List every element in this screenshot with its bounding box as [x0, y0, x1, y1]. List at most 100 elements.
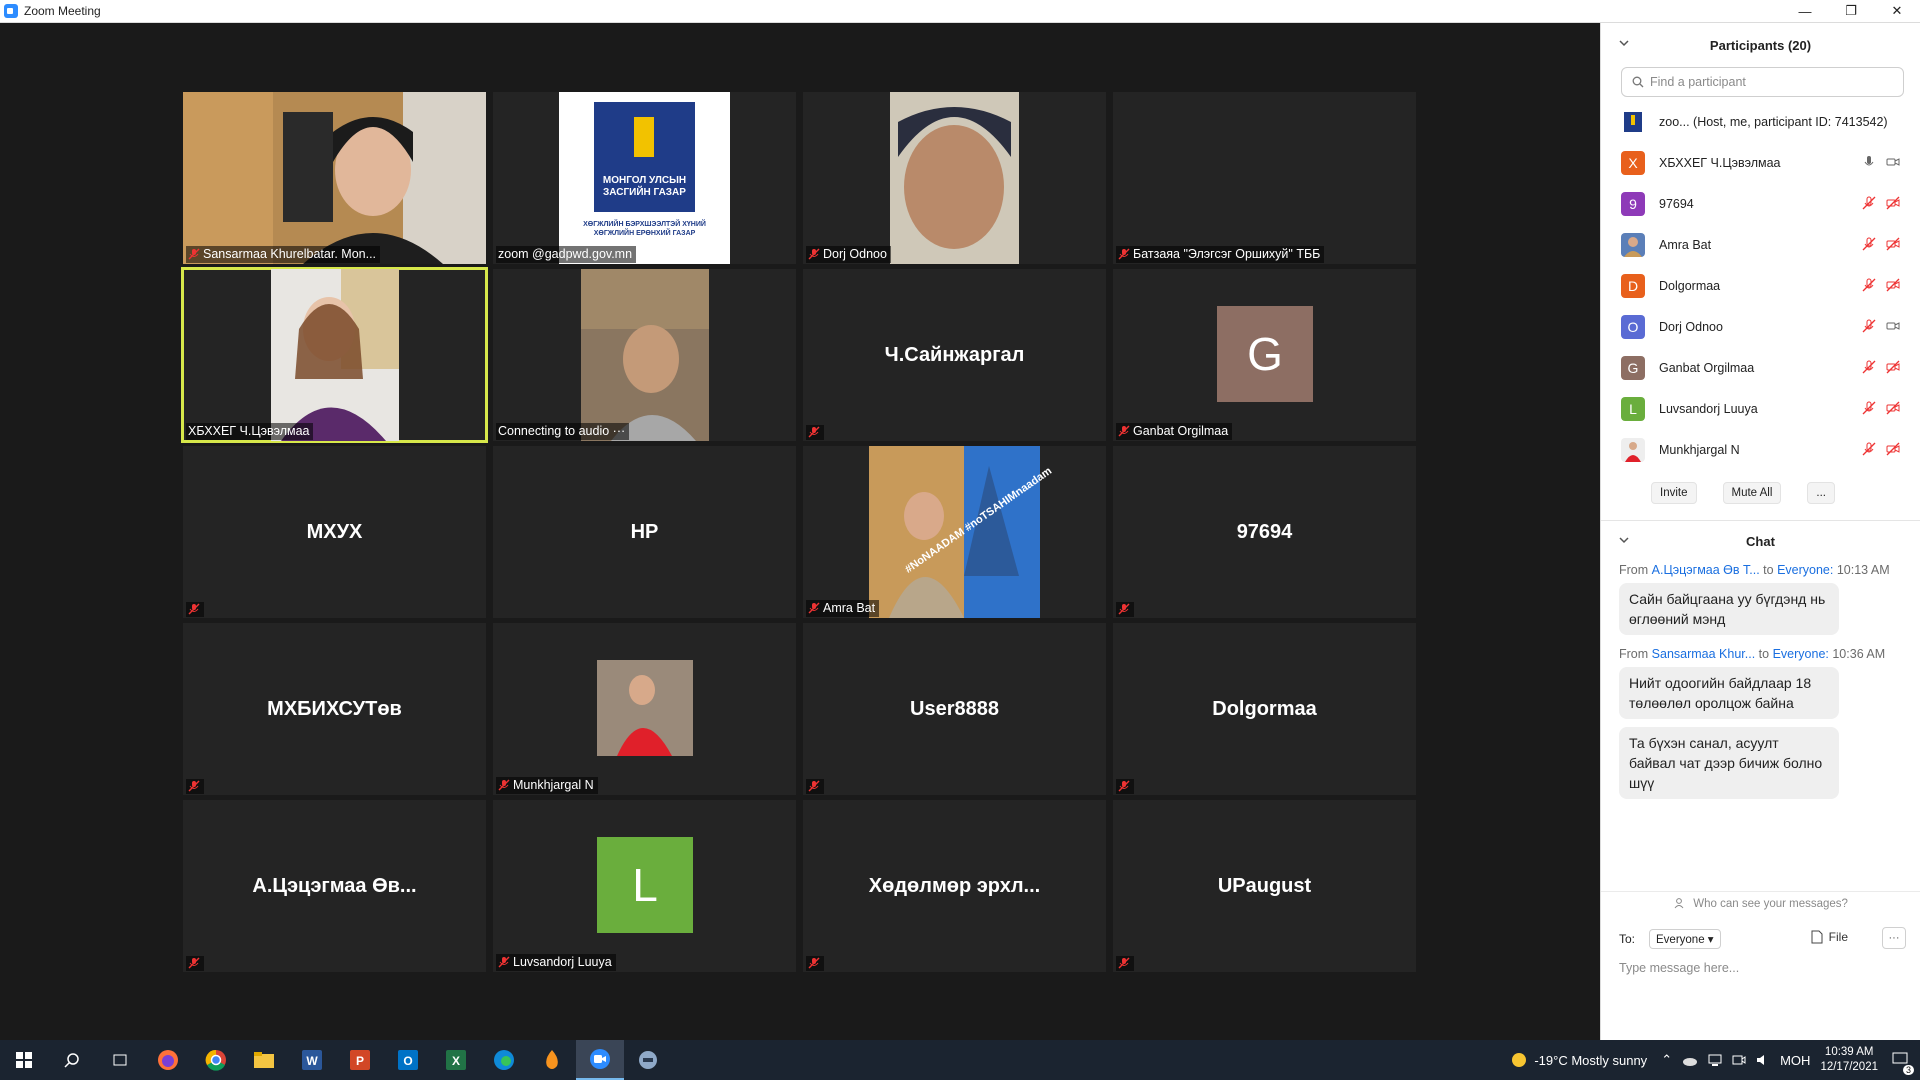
file-button[interactable]: File: [1811, 930, 1848, 944]
video-tile[interactable]: Sansarmaa Khurelbatar. Mon...: [183, 92, 486, 264]
search-button[interactable]: [48, 1040, 96, 1080]
network-icon[interactable]: [1708, 1053, 1722, 1067]
who-can-see-link[interactable]: Who can see your messages?: [1601, 897, 1920, 910]
video-tile[interactable]: L Luvsandorj Luuya: [493, 800, 796, 972]
video-tile[interactable]: User8888: [803, 623, 1106, 795]
more-options-button[interactable]: ...: [1807, 482, 1836, 504]
mic-muted-icon: [498, 779, 510, 791]
svg-text:P: P: [356, 1054, 364, 1068]
participant-row[interactable]: 9 97694: [1601, 183, 1920, 224]
mic-muted-icon: [808, 780, 820, 792]
tile-name-label: [806, 956, 824, 971]
participant-row[interactable]: D Dolgormaa: [1601, 265, 1920, 306]
chat-more-button[interactable]: ···: [1882, 927, 1906, 949]
taskbar-file-explorer[interactable]: [240, 1040, 288, 1080]
taskbar-outlook[interactable]: O: [384, 1040, 432, 1080]
participant-row[interactable]: G Ganbat Orgilmaa: [1601, 347, 1920, 388]
video-tile[interactable]: А.Цэцэгмаа Өв...: [183, 800, 486, 972]
mic-muted-icon[interactable]: [1862, 319, 1876, 333]
chat-message-input[interactable]: Type message here...: [1619, 961, 1739, 975]
mic-muted-icon[interactable]: [1862, 360, 1876, 374]
participant-list: zoo... (Host, me, participant ID: 741354…: [1601, 101, 1920, 470]
video-off-icon[interactable]: [1886, 278, 1900, 292]
video-tile[interactable]: Munkhjargal N: [493, 623, 796, 795]
taskbar-chrome[interactable]: [192, 1040, 240, 1080]
video-tile[interactable]: G Ganbat Orgilmaa: [1113, 269, 1416, 441]
mute-all-button[interactable]: Mute All: [1722, 482, 1782, 504]
mic-muted-icon[interactable]: [1862, 442, 1876, 456]
chat-message[interactable]: Та бүхэн санал, асуулт байвал чат дээр б…: [1619, 727, 1839, 799]
taskbar-app-2[interactable]: [624, 1040, 672, 1080]
participant-search-input[interactable]: Find a participant: [1621, 67, 1904, 97]
participant-row[interactable]: Х ХБХХЕГ Ч.Цэвэлмаа: [1601, 142, 1920, 183]
svg-text:O: O: [403, 1054, 412, 1068]
tile-name-label: [186, 602, 204, 617]
mic-muted-icon: [188, 957, 200, 969]
chat-message[interactable]: Сайн байцгаана уу бүгдэнд нь өглөөний мэ…: [1619, 583, 1839, 635]
chevron-down-icon[interactable]: [1619, 38, 1629, 48]
taskbar-app[interactable]: [528, 1040, 576, 1080]
mic-muted-icon[interactable]: [1862, 196, 1876, 210]
restore-button[interactable]: ❐: [1828, 0, 1874, 22]
mic-muted-icon: [1118, 780, 1130, 792]
mic-icon[interactable]: [1862, 155, 1876, 169]
start-button[interactable]: [0, 1040, 48, 1080]
chat-message[interactable]: Нийт одоогийн байдлаар 18 төлөөлөл оролц…: [1619, 667, 1839, 719]
chevron-up-icon[interactable]: ⌃: [1661, 1052, 1672, 1068]
video-tile[interactable]: HP: [493, 446, 796, 618]
video-off-icon[interactable]: [1886, 237, 1900, 251]
task-view-button[interactable]: [96, 1040, 144, 1080]
input-language[interactable]: МОН: [1780, 1053, 1810, 1068]
participant-row[interactable]: L Luvsandorj Luuya: [1601, 388, 1920, 429]
participant-actions: Invite Mute All ...: [1601, 470, 1920, 516]
invite-button[interactable]: Invite: [1651, 482, 1697, 504]
taskbar-edge[interactable]: [480, 1040, 528, 1080]
video-off-icon[interactable]: [1886, 442, 1900, 456]
video-tile[interactable]: МХУХ: [183, 446, 486, 618]
video-off-icon[interactable]: [1886, 360, 1900, 374]
participant-row[interactable]: Amra Bat: [1601, 224, 1920, 265]
video-tile[interactable]: Ч.Сайнжаргал: [803, 269, 1106, 441]
video-tile[interactable]: МОНГОЛ УЛСЫН ЗАСГИЙН ГАЗАР ХӨГЖЛИЙН БЭРХ…: [493, 92, 796, 264]
clock[interactable]: 10:39 AM 12/17/2021: [1820, 1045, 1878, 1075]
taskbar-word[interactable]: W: [288, 1040, 336, 1080]
chevron-down-icon[interactable]: [1619, 535, 1629, 545]
mic-muted-icon[interactable]: [1862, 237, 1876, 251]
mic-muted-icon[interactable]: [1862, 278, 1876, 292]
participant-row[interactable]: zoo... (Host, me, participant ID: 741354…: [1601, 101, 1920, 142]
video-off-icon[interactable]: [1886, 401, 1900, 415]
video-tile[interactable]: Хөдөлмөр эрхл...: [803, 800, 1106, 972]
video-tile[interactable]: МХБИХСУТөв: [183, 623, 486, 795]
taskbar-powerpoint[interactable]: P: [336, 1040, 384, 1080]
notification-count: 3: [1902, 1064, 1914, 1075]
participant-name: МХБИХСУТөв: [267, 697, 402, 720]
volume-icon[interactable]: [1756, 1053, 1770, 1067]
video-tile[interactable]: Connecting to audio ···: [493, 269, 796, 441]
video-tile[interactable]: Dorj Odnoo: [803, 92, 1106, 264]
weather-text[interactable]: -19°C Mostly sunny: [1534, 1053, 1647, 1068]
video-tile[interactable]: #NoNAADAM #noTSAHIMnaadam Amra Bat: [803, 446, 1106, 618]
video-camera-icon[interactable]: [1886, 319, 1900, 333]
minimize-button[interactable]: —: [1782, 0, 1828, 22]
mic-muted-icon[interactable]: [1862, 401, 1876, 415]
notification-button[interactable]: 3: [1892, 1052, 1914, 1075]
recipient-select[interactable]: Everyone ▾: [1649, 929, 1721, 949]
participant-name: UPaugust: [1217, 874, 1312, 897]
video-tile-active-speaker[interactable]: ХБХХЕГ Ч.Цэвэлмаа: [181, 267, 488, 443]
video-off-icon[interactable]: [1886, 196, 1900, 210]
close-button[interactable]: ✕: [1874, 0, 1920, 22]
video-tile[interactable]: 97694: [1113, 446, 1416, 618]
meet-now-icon[interactable]: [1732, 1053, 1746, 1067]
video-tile[interactable]: UPaugust: [1113, 800, 1416, 972]
video-tile[interactable]: Батзаяа "Элэгсэг Оршихуй" ТББ: [1113, 92, 1416, 264]
taskbar-excel[interactable]: X: [432, 1040, 480, 1080]
participant-row[interactable]: Munkhjargal N: [1601, 429, 1920, 470]
video-tile[interactable]: Dolgormaa: [1113, 623, 1416, 795]
video-camera-icon[interactable]: [1886, 155, 1900, 169]
taskbar-zoom[interactable]: [576, 1040, 624, 1080]
participant-row[interactable]: O Dorj Odnoo: [1601, 306, 1920, 347]
avatar: G: [1217, 306, 1313, 402]
taskbar-firefox[interactable]: [144, 1040, 192, 1080]
cloud-icon: [1683, 1058, 1698, 1066]
chat-header: Chat: [1601, 521, 1920, 561]
